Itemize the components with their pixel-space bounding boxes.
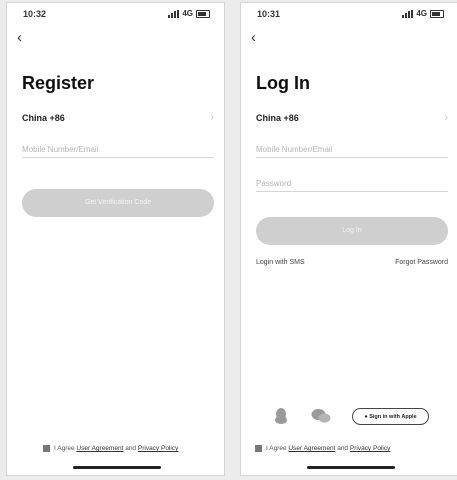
user-agreement-link[interactable]: User Agreement [76,445,123,452]
status-indicators: 4G [402,9,444,18]
and-text: and [125,445,137,453]
agree-checkbox[interactable] [43,445,50,452]
qq-icon[interactable] [274,407,288,425]
get-verification-code-button[interactable]: Get Verification Code [22,189,214,217]
privacy-policy-link[interactable]: Privacy Policy [138,445,178,452]
forgot-password-link[interactable]: Forgot Password [395,259,448,266]
status-bar: 10:32 4G [17,9,214,21]
battery-icon [196,9,210,18]
country-code-selector[interactable]: China +86 › [22,112,214,127]
agree-prefix: I Agree [54,445,75,453]
status-indicators: 4G [168,9,210,18]
battery-icon [430,9,444,18]
privacy-policy-link[interactable]: Privacy Policy [350,445,390,452]
login-screen: 10:31 4G ‹ Log In China +86 › Log In Log… [240,2,457,476]
and-text: and [337,445,349,453]
back-arrow-icon[interactable]: ‹ [17,29,22,46]
page-title: Register [22,73,95,93]
status-time: 10:32 [23,9,47,19]
sign-in-with-apple-button[interactable]: ● Sign in with Apple [352,408,429,425]
chevron-right-icon: › [210,112,214,123]
agreement-row: I Agree User Agreement and Privacy Polic… [255,445,390,452]
phone-email-input[interactable] [22,141,214,158]
wechat-icon[interactable] [311,408,331,424]
network-label: 4G [416,9,427,18]
country-code-label: China +86 [22,113,65,123]
network-label: 4G [182,9,193,18]
login-button[interactable]: Log In [256,217,448,245]
status-bar: 10:31 4G [251,9,448,21]
agreement-row: I Agree User Agreement and Privacy Polic… [43,445,178,452]
phone-email-input[interactable] [256,141,448,158]
password-input[interactable] [256,175,448,192]
country-code-selector[interactable]: China +86 › [256,112,448,127]
signal-icon [402,9,414,18]
user-agreement-link[interactable]: User Agreement [288,445,335,452]
agree-prefix: I Agree [266,445,287,453]
agree-checkbox[interactable] [255,445,262,452]
signal-icon [168,9,180,18]
login-with-sms-link[interactable]: Login with SMS [256,259,305,266]
register-screen: 10:32 4G ‹ Register China +86 › Get Veri… [6,2,225,476]
status-time: 10:31 [257,9,281,19]
home-indicator [73,466,161,469]
chevron-right-icon: › [444,112,448,123]
country-code-label: China +86 [256,113,299,123]
home-indicator [307,466,395,469]
back-arrow-icon[interactable]: ‹ [251,29,256,46]
page-title: Log In [256,73,310,93]
apple-signin-label: Sign in with Apple [369,414,417,420]
